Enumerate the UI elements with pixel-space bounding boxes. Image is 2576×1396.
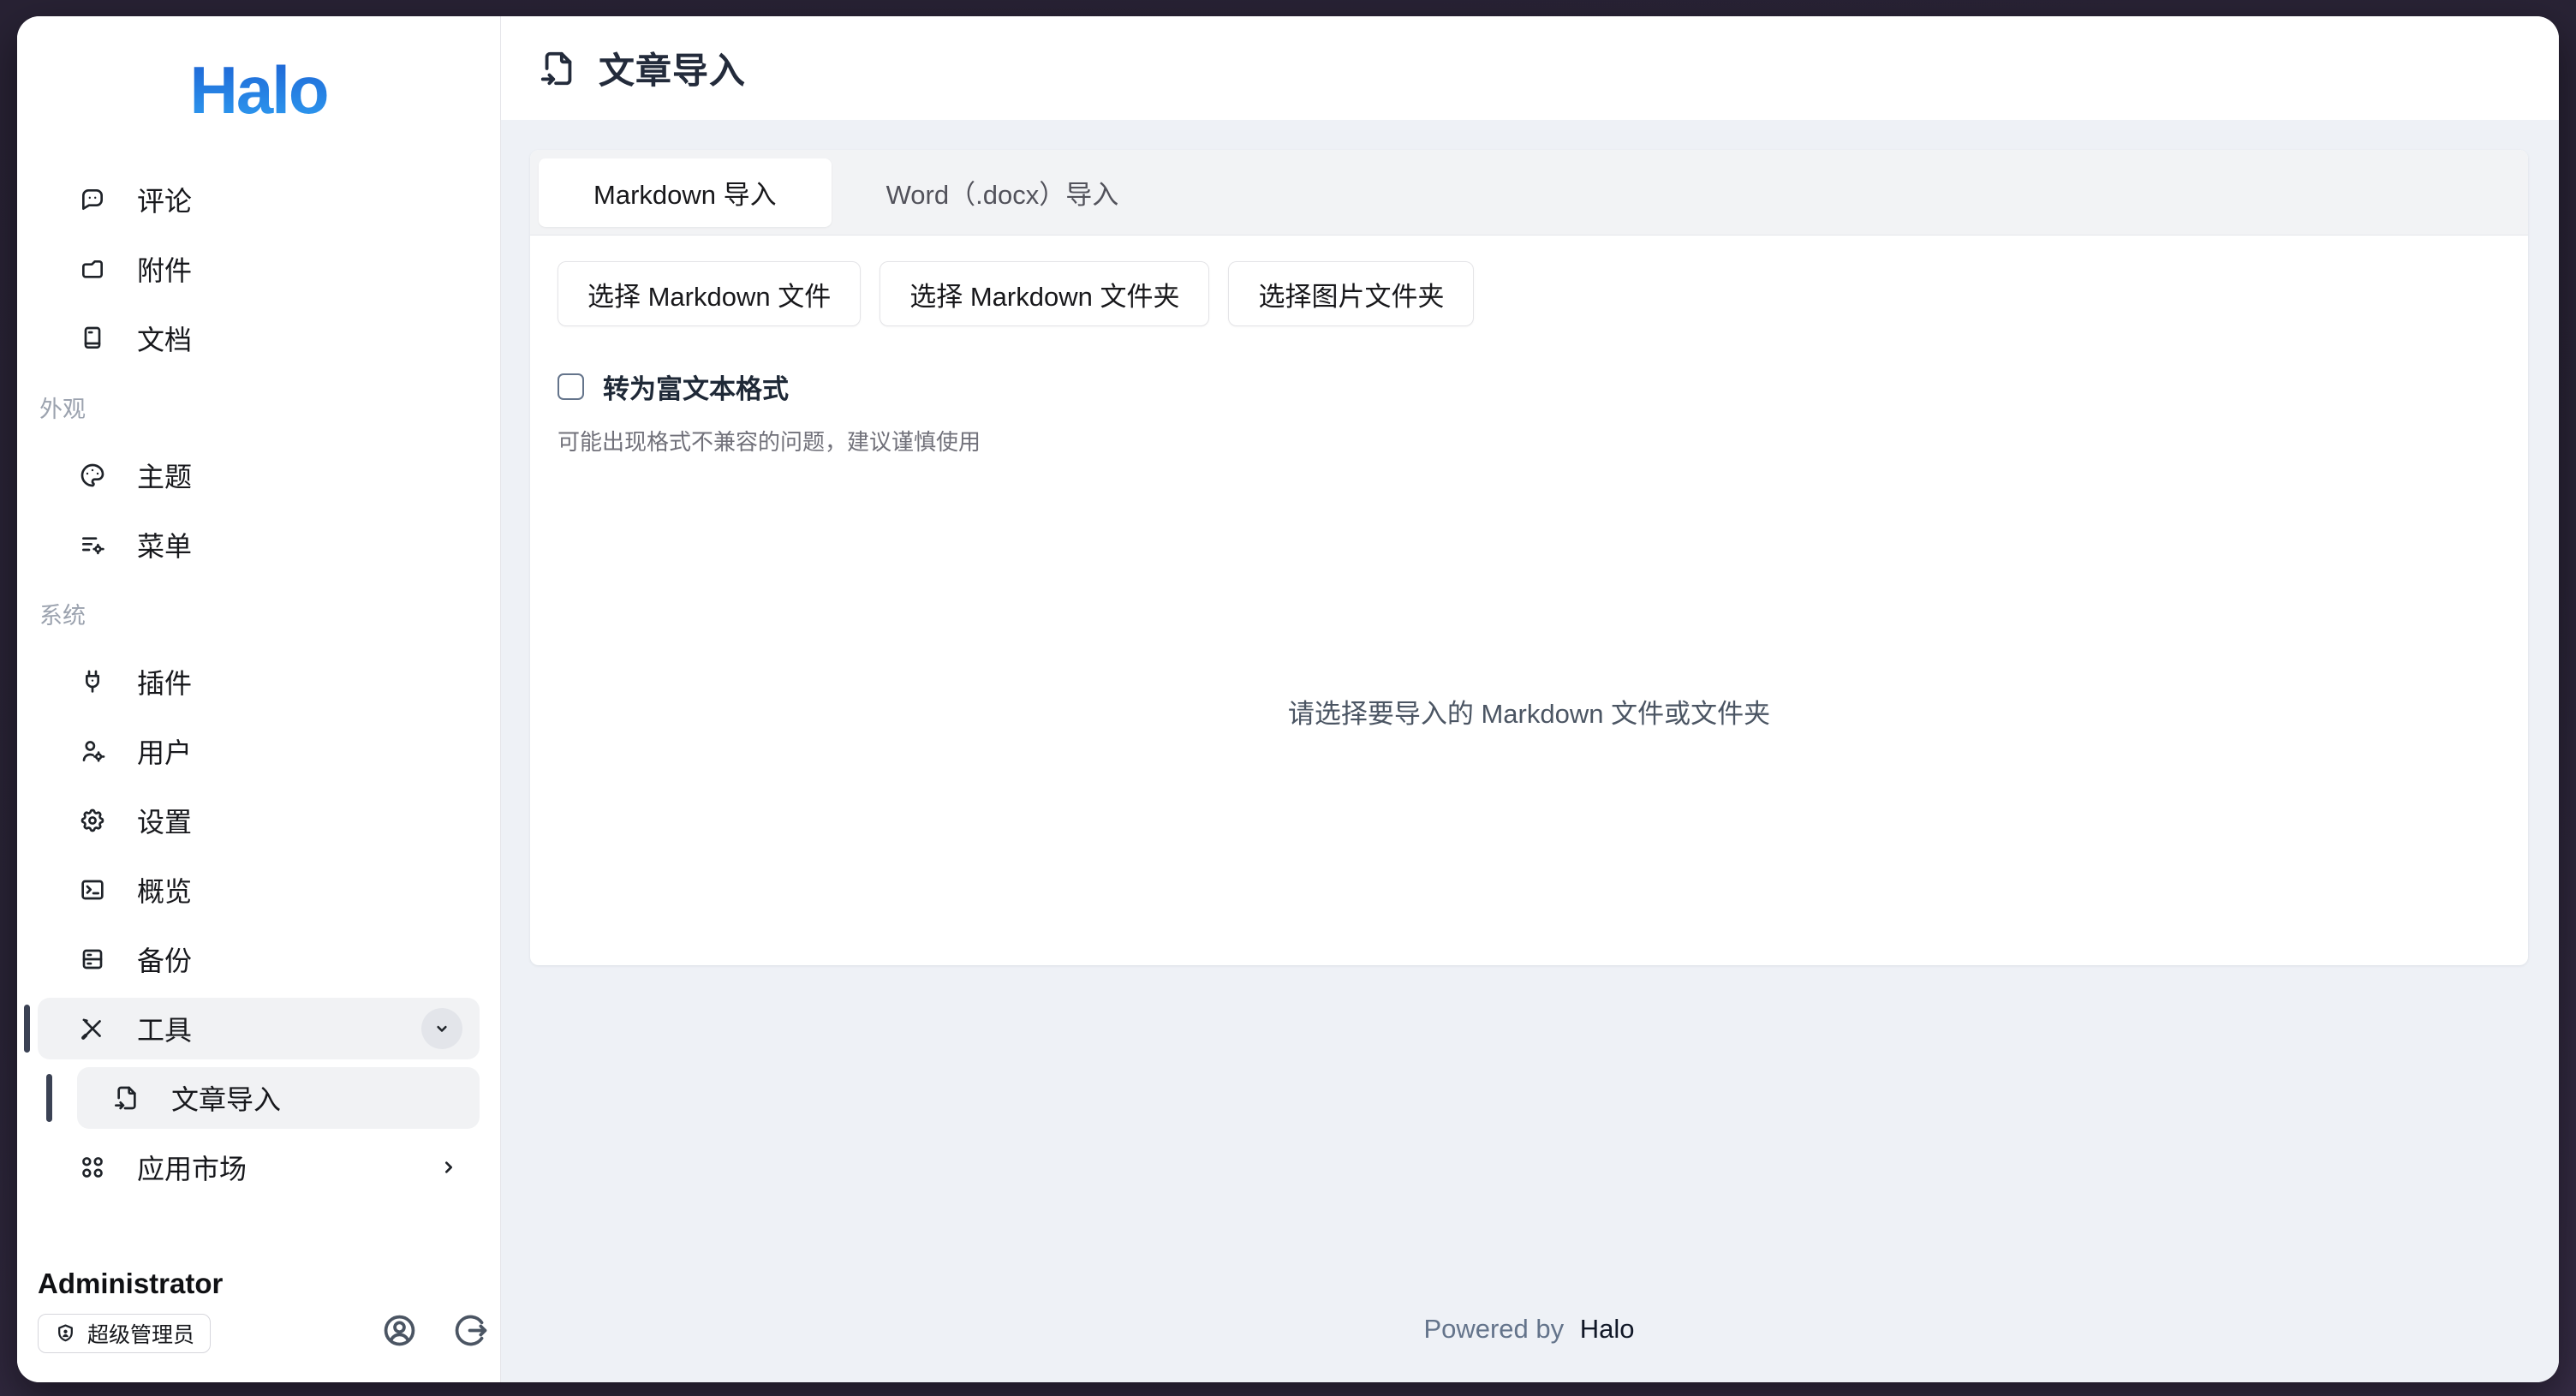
sidebar-item-label: 附件: [137, 249, 192, 289]
select-image-folder-button[interactable]: 选择图片文件夹: [1228, 261, 1474, 326]
chevron-right-icon: [435, 1154, 462, 1181]
plug-icon: [79, 668, 106, 695]
user-settings-icon: [79, 737, 106, 765]
convert-checkbox[interactable]: [558, 373, 584, 400]
importer-card: Markdown 导入 Word（.docx）导入 选择 Markdown 文件…: [530, 150, 2528, 965]
sidebar-item-label: 备份: [137, 940, 192, 979]
halo-logo: Halo: [189, 51, 327, 129]
sidebar-item-label: 概览: [137, 870, 192, 910]
sidebar-item-docs[interactable]: 文档: [38, 307, 480, 369]
gear-icon: [79, 807, 106, 834]
external-indicator: [435, 1154, 462, 1181]
sidebar-item-label: 用户: [137, 731, 192, 771]
file-import-icon: [113, 1084, 140, 1112]
sidebar-section-appearance: 外观: [39, 395, 480, 424]
document-icon: [79, 325, 106, 352]
tab-word-import[interactable]: Word（.docx）导入: [832, 158, 1174, 227]
app-window: Halo 评论 附件: [17, 16, 2559, 1382]
convert-hint: 可能出现格式不兼容的问题，建议谨慎使用: [558, 425, 2501, 456]
apps-grid-icon: [79, 1154, 106, 1181]
user-actions: [380, 1311, 490, 1350]
sidebar-item-label: 评论: [137, 180, 192, 219]
role-badge-label: 超级管理员: [87, 1318, 194, 1349]
sidebar-item-overview[interactable]: 概览: [38, 859, 480, 921]
sidebar-item-comments[interactable]: 评论: [38, 169, 480, 230]
user-name: Administrator: [38, 1268, 480, 1300]
sidebar-item-label: 插件: [137, 662, 192, 701]
sidebar-nav: 评论 附件 文档 外观: [38, 169, 480, 1206]
sidebar-item-attachments[interactable]: 附件: [38, 238, 480, 300]
sidebar-item-label: 工具: [137, 1009, 192, 1048]
sidebar-item-label: 应用市场: [137, 1148, 247, 1187]
sidebar-item-users[interactable]: 用户: [38, 720, 480, 782]
user-circle-icon[interactable]: [380, 1311, 419, 1350]
select-markdown-file-button[interactable]: 选择 Markdown 文件: [558, 261, 861, 326]
logo-container[interactable]: Halo: [38, 52, 480, 128]
archive-icon: [79, 946, 106, 973]
chevron-down-icon: [429, 1016, 455, 1041]
footer: Powered by Halo: [530, 1314, 2528, 1382]
logout-icon[interactable]: [451, 1311, 490, 1350]
convert-option-row: 转为富文本格式: [558, 367, 2501, 406]
file-actions-row: 选择 Markdown 文件 选择 Markdown 文件夹 选择图片文件夹: [558, 261, 2501, 326]
menu-settings-icon: [79, 531, 106, 558]
role-badge: 超级管理员: [38, 1314, 211, 1353]
convert-checkbox-label: 转为富文本格式: [603, 367, 789, 406]
sidebar-item-app-market[interactable]: 应用市场: [38, 1136, 480, 1198]
sidebar-item-label: 文档: [137, 319, 192, 358]
sidebar-section-system: 系统: [39, 601, 480, 630]
sidebar-item-plugins[interactable]: 插件: [38, 651, 480, 713]
empty-state-message: 请选择要导入的 Markdown 文件或文件夹: [1288, 692, 1770, 731]
collapse-toggle[interactable]: [421, 1008, 462, 1049]
sidebar-item-article-import[interactable]: 文章导入: [77, 1067, 480, 1129]
content-area: Markdown 导入 Word（.docx）导入 选择 Markdown 文件…: [501, 120, 2559, 1382]
sidebar-item-menus[interactable]: 菜单: [38, 514, 480, 576]
tab-bar: Markdown 导入 Word（.docx）导入: [530, 150, 2528, 236]
select-markdown-folder-button[interactable]: 选择 Markdown 文件夹: [880, 261, 1209, 326]
main-area: 文章导入 Markdown 导入 Word（.docx）导入 选择 Markdo…: [501, 16, 2559, 1382]
powered-by-text: Powered by: [1423, 1314, 1564, 1344]
selected-indicator: [24, 1005, 30, 1053]
terminal-icon: [79, 876, 106, 904]
palette-icon: [79, 462, 106, 489]
empty-state: 请选择要导入的 Markdown 文件或文件夹: [558, 456, 2501, 965]
file-import-icon: [539, 49, 578, 88]
comment-icon: [79, 186, 106, 213]
tools-icon: [79, 1015, 106, 1042]
selected-indicator: [46, 1074, 52, 1122]
sidebar-item-label: 文章导入: [171, 1078, 281, 1118]
page-title: 文章导入: [599, 42, 746, 94]
sidebar-item-label: 主题: [137, 456, 192, 495]
shield-user-icon: [54, 1322, 77, 1345]
tab-panel-markdown: 选择 Markdown 文件 选择 Markdown 文件夹 选择图片文件夹 转…: [530, 236, 2528, 965]
sidebar-item-label: 设置: [137, 801, 192, 840]
footer-brand-link[interactable]: Halo: [1580, 1314, 1635, 1344]
sidebar-item-themes[interactable]: 主题: [38, 444, 480, 506]
page-header: 文章导入: [501, 16, 2559, 120]
sidebar-item-backup[interactable]: 备份: [38, 928, 480, 990]
sidebar: Halo 评论 附件: [17, 16, 501, 1382]
sidebar-item-label: 菜单: [137, 525, 192, 564]
folder-icon: [79, 255, 106, 283]
sidebar-item-settings[interactable]: 设置: [38, 790, 480, 851]
sidebar-item-tools[interactable]: 工具: [38, 998, 480, 1059]
tab-markdown-import[interactable]: Markdown 导入: [539, 158, 832, 227]
